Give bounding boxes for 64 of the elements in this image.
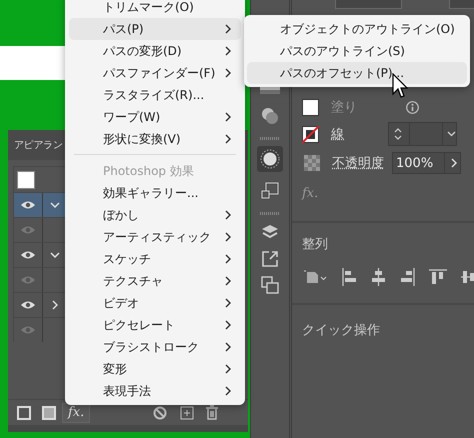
align-top-icon[interactable]: [429, 269, 447, 285]
no-stroke-swatch-icon[interactable]: [302, 126, 319, 142]
menu-item[interactable]: パスのオフセット(P)...: [247, 62, 467, 84]
menu-item[interactable]: オブジェクトのアウトライン(O): [247, 18, 467, 40]
align-right-icon[interactable]: [400, 268, 415, 286]
menu-item[interactable]: ラスタライズ(R)...: [69, 84, 241, 106]
menu-item[interactable]: パスファインダー(F): [69, 62, 241, 84]
menu-item[interactable]: 表現手法: [69, 380, 241, 402]
chevron-down-icon[interactable]: [50, 252, 60, 258]
stepper-icon: [394, 127, 402, 141]
layers-icon[interactable]: [261, 224, 279, 240]
dotted-circle-icon: [260, 149, 280, 169]
filled-square-icon[interactable]: [42, 406, 56, 420]
menu-item[interactable]: スケッチ: [69, 248, 241, 270]
square-icon[interactable]: [17, 406, 31, 420]
overlapping-circles-icon[interactable]: [261, 107, 279, 125]
opacity-value: 100%: [396, 156, 434, 170]
menu-item[interactable]: パス(P): [69, 18, 241, 40]
transparency-checker-icon: [304, 155, 320, 171]
transform-icon[interactable]: [261, 182, 279, 200]
fill-swatch[interactable]: [302, 98, 319, 116]
artboards-icon[interactable]: [261, 276, 279, 294]
menu-item[interactable]: 効果ギャラリー...: [69, 182, 241, 204]
eye-icon[interactable]: [20, 250, 36, 260]
stroke-weight-field[interactable]: [388, 122, 457, 146]
fill-label: 塗り: [331, 99, 357, 116]
add-icon[interactable]: [180, 406, 194, 420]
fill-swatch[interactable]: [17, 170, 35, 188]
panel-grip[interactable]: [8, 425, 248, 432]
eye-icon[interactable]: [20, 200, 36, 210]
menu-item[interactable]: 変形: [69, 358, 241, 380]
chevron-down-icon[interactable]: [50, 202, 60, 208]
menu-item[interactable]: ビデオ: [69, 292, 241, 314]
section-title: クイック操作: [302, 322, 381, 339]
opacity-label[interactable]: 不透明度: [332, 154, 384, 172]
coordinate-field[interactable]: [449, 0, 474, 9]
appearance-tool-button[interactable]: [257, 146, 283, 172]
align-left-icon[interactable]: [342, 268, 357, 286]
eye-icon[interactable]: [20, 300, 36, 310]
chevron-right-icon: [451, 158, 457, 168]
menu-item[interactable]: ブラシストローク: [69, 336, 241, 358]
menu-item[interactable]: アーティスティック: [69, 226, 241, 248]
trash-icon[interactable]: [205, 405, 220, 420]
menu-item[interactable]: パスのアウトライン(S): [247, 40, 467, 62]
menu-item[interactable]: トリムマーク(O): [69, 0, 241, 18]
export-icon[interactable]: [261, 250, 279, 268]
chevron-down-icon: [447, 131, 456, 137]
menu-section-header: Photoshop 効果: [102, 162, 195, 180]
menu-item[interactable]: ぼかし: [69, 204, 241, 226]
menu-item[interactable]: パスの変形(D): [69, 40, 241, 62]
coordinate-field[interactable]: [335, 0, 402, 9]
menu-item[interactable]: 形状に変換(V): [69, 128, 241, 150]
align-to-dropdown-icon[interactable]: [304, 270, 328, 284]
section-title: 整列: [302, 236, 329, 253]
prohibited-icon[interactable]: [153, 406, 168, 420]
align-middle-icon[interactable]: [461, 269, 474, 285]
menu-item[interactable]: ワープ(W): [69, 106, 241, 128]
align-center-icon[interactable]: [371, 268, 386, 286]
menu-item[interactable]: テクスチャ: [69, 270, 241, 292]
stroke-label[interactable]: 線: [331, 125, 344, 143]
menu-item[interactable]: ピクセレート: [69, 314, 241, 336]
chevron-right-icon[interactable]: [52, 300, 58, 310]
opacity-field[interactable]: 100%: [392, 152, 461, 174]
info-icon: [406, 100, 419, 114]
